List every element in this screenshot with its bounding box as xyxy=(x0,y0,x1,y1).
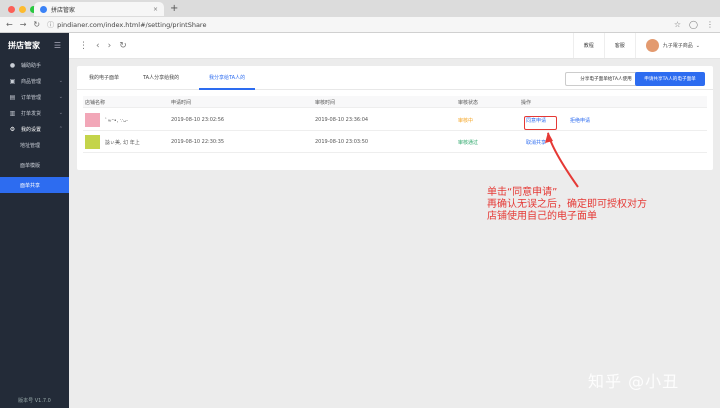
watermark-text: 知乎 @小丑 xyxy=(588,372,680,391)
annotation-text: 单击“同意申请” 再确认无误之后，确定即可授权对方 店铺使用自己的电子面单 xyxy=(487,187,647,222)
